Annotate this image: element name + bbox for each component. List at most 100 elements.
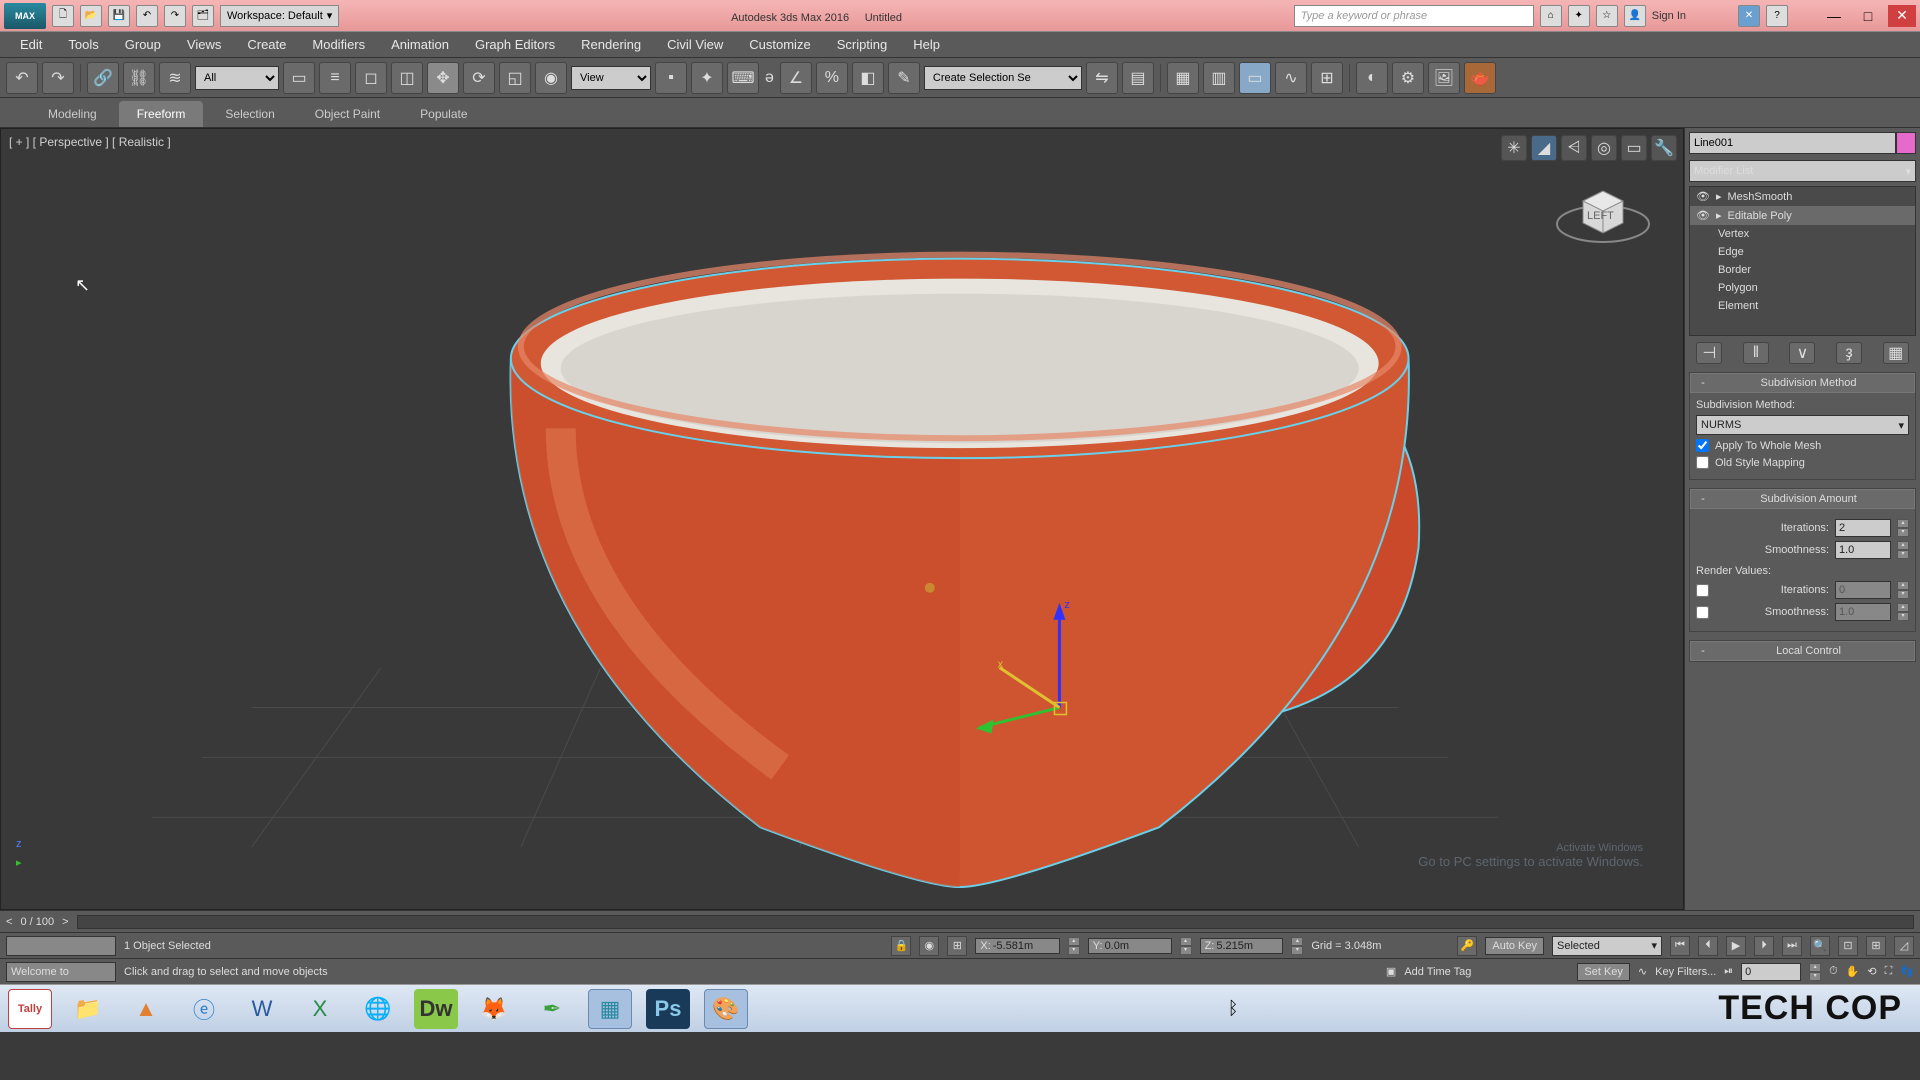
smoothness-spinner[interactable]: 1.0 (1835, 541, 1891, 559)
menu-views[interactable]: Views (175, 33, 233, 56)
chrome-icon[interactable]: 🌐 (356, 989, 400, 1029)
x-coord-input[interactable]: X: (975, 938, 1059, 954)
open-icon[interactable]: 📂 (80, 5, 102, 27)
trackbar[interactable] (6, 936, 116, 956)
spin-up-icon[interactable]: ▴ (1897, 581, 1909, 590)
spin-up-icon[interactable]: ▴ (1897, 541, 1909, 550)
spin-down-icon[interactable]: ▾ (1897, 528, 1909, 537)
orbit-icon[interactable]: ⟲ (1867, 965, 1876, 978)
new-icon[interactable]: 🗋 (52, 5, 74, 27)
material-editor-icon[interactable]: ◐ (1356, 62, 1388, 94)
undo-icon[interactable]: ↶ (136, 5, 158, 27)
stack-item-polygon[interactable]: Polygon (1690, 279, 1915, 297)
eye-icon[interactable]: 👁 (1696, 209, 1710, 222)
selection-filter[interactable]: All (195, 66, 279, 90)
isolate-icon[interactable]: ◉ (919, 936, 939, 956)
named-selection-sets[interactable]: Create Selection Se (924, 66, 1082, 90)
key-step-icon[interactable]: ⏯ (1724, 965, 1733, 978)
iterations-spinner[interactable]: 2 (1835, 519, 1891, 537)
angle-snap-icon[interactable]: ∠ (780, 62, 812, 94)
keymode-combo[interactable]: Selected▾ (1552, 936, 1662, 956)
time-slider[interactable] (77, 915, 1914, 929)
selection-lock-icon[interactable]: 🔒 (891, 936, 911, 956)
align-icon[interactable]: ▤ (1122, 62, 1154, 94)
goto-end-icon[interactable]: ⏭ (1782, 936, 1802, 956)
stack-item-border[interactable]: Border (1690, 261, 1915, 279)
3dsmax-icon[interactable]: ▦ (588, 989, 632, 1029)
object-color-swatch[interactable] (1896, 132, 1916, 154)
tally-icon[interactable]: Tally (8, 989, 52, 1029)
select-scale-icon[interactable]: ◱ (499, 62, 531, 94)
excel-icon[interactable]: X (298, 989, 342, 1029)
fov-icon[interactable]: ◿ (1894, 936, 1914, 956)
stack-item-edge[interactable]: Edge (1690, 243, 1915, 261)
autokey-button[interactable]: Auto Key (1485, 937, 1544, 955)
menu-scripting[interactable]: Scripting (825, 33, 900, 56)
minimize-button[interactable]: — (1820, 5, 1848, 27)
zoom-all-icon[interactable]: ⊡ (1838, 936, 1858, 956)
ribbon-tab-freeform[interactable]: Freeform (119, 101, 204, 127)
exchange-icon[interactable]: ✦ (1568, 5, 1590, 27)
select-move-icon[interactable]: ✥ (427, 62, 459, 94)
signin-link[interactable]: Sign In (1652, 10, 1686, 22)
prev-frame-icon[interactable]: ⏴ (1698, 936, 1718, 956)
select-region-icon[interactable]: ◻ (355, 62, 387, 94)
zoom-ext-icon[interactable]: ⊞ (1866, 936, 1886, 956)
old-style-mapping-checkbox[interactable] (1696, 456, 1709, 469)
render-iterations-spinner[interactable]: 0 (1835, 581, 1891, 599)
stack-item-editable-poly[interactable]: 👁▸Editable Poly (1690, 206, 1915, 225)
select-rotate-icon[interactable]: ⟳ (463, 62, 495, 94)
workspace-selector[interactable]: Workspace: Default ▾ (220, 5, 339, 27)
timeline-next-icon[interactable]: > (62, 916, 68, 928)
y-coord-input[interactable]: Y: (1088, 938, 1172, 954)
dreamweaver-icon[interactable]: Dw (414, 989, 458, 1029)
word-icon[interactable]: W (240, 989, 284, 1029)
menu-modifiers[interactable]: Modifiers (300, 33, 377, 56)
menu-graph-editors[interactable]: Graph Editors (463, 33, 567, 56)
menu-civil-view[interactable]: Civil View (655, 33, 735, 56)
corel-icon[interactable]: ✒ (530, 989, 574, 1029)
edit-named-icon[interactable]: ✎ (888, 62, 920, 94)
make-unique-icon[interactable]: ∨ (1789, 342, 1815, 364)
stack-item-element[interactable]: Element (1690, 297, 1915, 315)
undo-button[interactable]: ↶ (6, 62, 38, 94)
project-icon[interactable]: 🗂 (192, 5, 214, 27)
spin-down-icon[interactable]: ▾ (1897, 550, 1909, 559)
search-input[interactable]: Type a keyword or phrase (1294, 5, 1534, 27)
ref-coord-system[interactable]: View (571, 66, 651, 90)
stack-item-vertex[interactable]: Vertex (1690, 225, 1915, 243)
expand-icon[interactable]: ▸ (1716, 209, 1722, 222)
schematic-icon[interactable]: ⊞ (1311, 62, 1343, 94)
explorer-icon[interactable]: 📁 (66, 989, 110, 1029)
menu-animation[interactable]: Animation (379, 33, 461, 56)
keyboard-icon[interactable]: ⌨ (727, 62, 759, 94)
timetag-icon[interactable]: ▣ (1386, 965, 1396, 978)
apply-whole-mesh-checkbox[interactable] (1696, 439, 1709, 452)
next-frame-icon[interactable]: ⏵ (1754, 936, 1774, 956)
current-frame-spinner[interactable]: 0 (1741, 963, 1801, 981)
configure-sets-icon[interactable]: ▦ (1883, 342, 1909, 364)
viewport-perspective[interactable]: [ + ] [ Perspective ] [ Realistic ] ✳ ◢ … (0, 128, 1684, 910)
render-iterations-checkbox[interactable] (1696, 584, 1709, 597)
app-icon[interactable]: 🎨 (704, 989, 748, 1029)
infocenter-icon[interactable]: ✕ (1738, 5, 1760, 27)
favorite-icon[interactable]: ☆ (1596, 5, 1618, 27)
bluetooth-icon[interactable]: ᛒ (1228, 998, 1239, 1019)
app-logo[interactable]: MAX (4, 3, 46, 29)
window-crossing-icon[interactable]: ◫ (391, 62, 423, 94)
percent-snap-icon[interactable]: % (816, 62, 848, 94)
bind-icon[interactable]: ≋ (159, 62, 191, 94)
close-button[interactable]: ✕ (1888, 5, 1916, 27)
render-setup-icon[interactable]: ⚙ (1392, 62, 1424, 94)
menu-help[interactable]: Help (901, 33, 952, 56)
render-icon[interactable]: 🫖 (1464, 62, 1496, 94)
expand-icon[interactable]: ▸ (1716, 190, 1722, 203)
layer-explorer-icon[interactable]: ▥ (1203, 62, 1235, 94)
unlink-icon[interactable]: ⛓ (123, 62, 155, 94)
zoom-icon[interactable]: 🔍 (1810, 936, 1830, 956)
user-icon[interactable]: 👤 (1624, 5, 1646, 27)
stack-item-meshsmooth[interactable]: 👁▸MeshSmooth (1690, 187, 1915, 206)
select-place-icon[interactable]: ◉ (535, 62, 567, 94)
render-smoothness-spinner[interactable]: 1.0 (1835, 603, 1891, 621)
spin-up-icon[interactable]: ▴ (1897, 519, 1909, 528)
